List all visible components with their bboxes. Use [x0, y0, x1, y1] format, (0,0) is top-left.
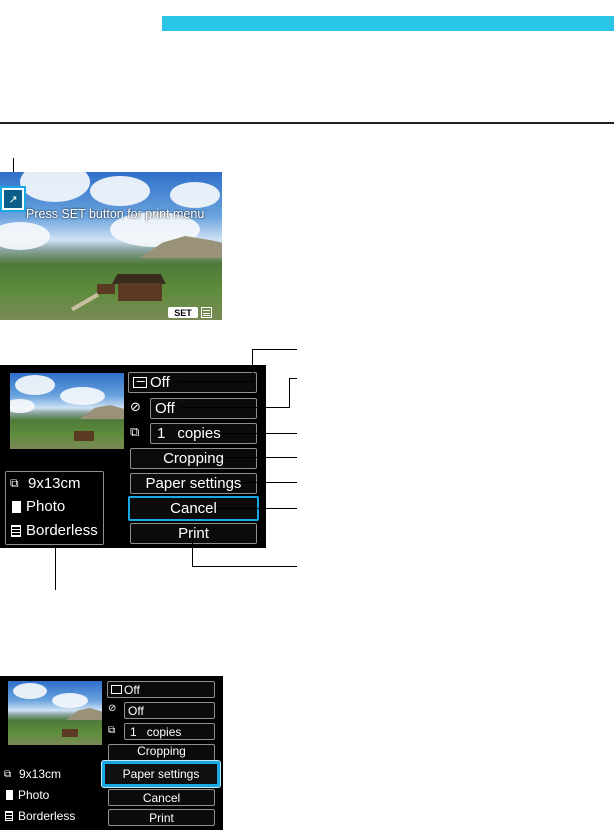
cancel-label: Cancel	[142, 790, 181, 805]
paper-type-icon	[6, 790, 13, 800]
cancel-label: Cancel	[170, 500, 217, 517]
callout-line	[180, 407, 290, 408]
image-effect-icon	[111, 685, 122, 694]
copies-count: 1	[130, 724, 137, 739]
callout-line	[192, 533, 193, 566]
print-settings-screen-small: Off ⊘ Off ⧉ 1 copies Cropping Paper sett…	[0, 676, 223, 830]
copies-label: copies	[177, 425, 221, 442]
effect-value: Off	[150, 374, 170, 391]
date-icon: ⊘	[130, 400, 141, 415]
print-label: Print	[149, 810, 174, 825]
effect-button-small[interactable]: Off	[107, 681, 215, 698]
menu-icon	[201, 307, 212, 318]
thumbnail-photo	[10, 373, 124, 449]
paper-size-icon: ⧉	[4, 768, 12, 780]
paper-size-value: 9x13cm	[28, 475, 81, 492]
effect-button[interactable]: Off	[128, 372, 257, 393]
direct-print-icon: ↗	[0, 186, 26, 212]
cropping-label: Cropping	[163, 450, 224, 467]
preview-photo: ↗ Press SET button for print menu SET	[0, 172, 222, 320]
paper-info-box: ⧉ 9x13cm Photo Borderless	[5, 471, 104, 545]
date-value: Off	[155, 400, 175, 417]
page-layout-icon	[5, 811, 13, 821]
callout-line	[252, 349, 297, 350]
callout-line	[178, 381, 253, 382]
cropping-button-small[interactable]: Cropping	[108, 744, 215, 761]
print-button-small[interactable]: Print	[108, 809, 215, 826]
copies-icon: ⧉	[130, 425, 140, 440]
copies-icon: ⧉	[108, 725, 116, 736]
print-menu-prompt: Press SET button for print menu	[26, 207, 205, 221]
cropping-label: Cropping	[137, 744, 186, 758]
callout-line	[222, 433, 297, 434]
callout-line	[216, 508, 297, 509]
copies-button-small[interactable]: 1 copies	[124, 723, 215, 740]
callout-line	[289, 378, 290, 408]
callout-line	[192, 566, 297, 567]
print-button[interactable]: Print	[130, 523, 257, 544]
callout-line	[236, 482, 297, 483]
paper-settings-button[interactable]: Paper settings	[130, 473, 257, 494]
section-divider	[0, 122, 614, 124]
cropping-button[interactable]: Cropping	[130, 448, 257, 469]
callout-line-print-icon	[13, 158, 14, 172]
effect-value: Off	[124, 682, 140, 697]
callout-line	[252, 349, 253, 381]
paper-size-icon: ⧉	[10, 476, 19, 490]
page-layout-value: Borderless	[26, 522, 98, 539]
copies-label: copies	[146, 724, 182, 739]
paper-size-value: 9x13cm	[19, 767, 62, 781]
page-layout-value: Borderless	[18, 809, 76, 823]
copies-count: 1	[157, 425, 166, 442]
page-layout-icon	[11, 524, 21, 537]
date-button-small[interactable]: Off	[124, 702, 215, 719]
paper-settings-label: Paper settings	[122, 767, 200, 781]
header-accent-bar	[162, 16, 614, 31]
thumbnail-photo-small	[8, 681, 102, 745]
set-key-label: SET	[168, 307, 198, 318]
cancel-button-small[interactable]: Cancel	[108, 789, 215, 806]
paper-type-value: Photo	[26, 498, 66, 515]
paper-settings-label: Paper settings	[145, 475, 242, 492]
paper-settings-button-small[interactable]: Paper settings	[102, 761, 220, 787]
callout-line	[224, 457, 297, 458]
date-value: Off	[128, 703, 144, 718]
date-icon: ⊘	[108, 703, 117, 714]
date-button[interactable]: Off	[150, 398, 257, 419]
image-effect-icon	[133, 377, 147, 388]
callout-line	[289, 378, 297, 379]
paper-type-icon	[12, 500, 21, 513]
paper-type-value: Photo	[18, 788, 50, 802]
print-label: Print	[178, 525, 209, 542]
callout-line	[55, 548, 56, 590]
